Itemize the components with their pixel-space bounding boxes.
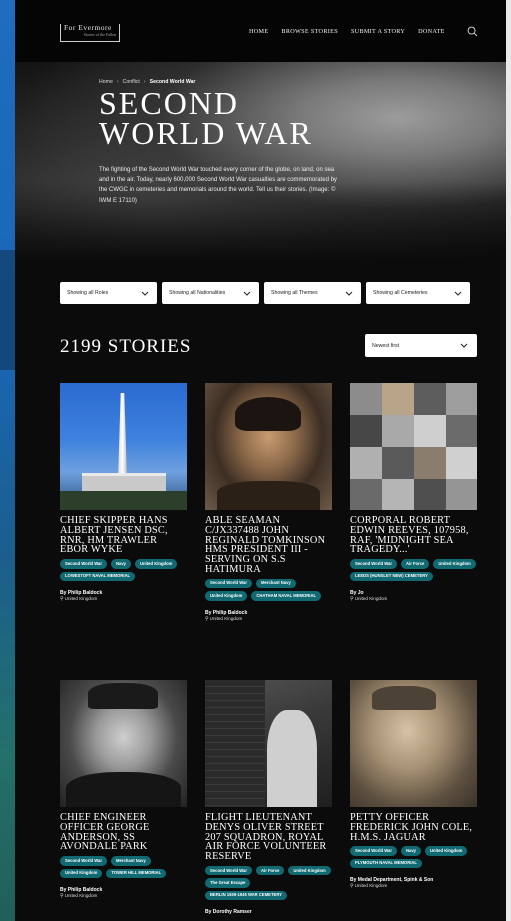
story-location: ⚲United Kingdom <box>205 616 332 622</box>
page-title-line2: WORLD WAR <box>99 115 313 151</box>
roles-filter[interactable]: Showing all Roles <box>60 282 157 304</box>
sort-select[interactable]: Newest first <box>365 334 477 357</box>
story-title[interactable]: CHIEF ENGINEER OFFICER GEORGE ANDERSON, … <box>60 812 187 852</box>
location-pin-icon: ⚲ <box>350 883 354 890</box>
story-location: ⚲United Kingdom <box>60 893 187 899</box>
story-title[interactable]: PETTY OFFICER FREDERICK JOHN COLE, H.M.S… <box>350 812 477 842</box>
search-icon[interactable] <box>467 26 478 37</box>
story-card[interactable]: CHIEF SKIPPER HANS ALBERT JENSEN DSC, RN… <box>60 383 187 602</box>
site-logo[interactable]: For Evermore Stories of the Fallen <box>60 23 120 42</box>
story-tag[interactable]: LOWESTOFT NAVAL MEMORIAL <box>60 571 136 581</box>
story-tag[interactable]: Second World War <box>60 559 107 569</box>
story-author: By Dorothy Ramser <box>205 909 252 916</box>
story-title[interactable]: CHIEF SKIPPER HANS ALBERT JENSEN DSC, RN… <box>60 515 187 555</box>
story-tag[interactable]: Navy <box>111 559 132 569</box>
story-tag[interactable]: Merchant Navy <box>111 856 151 866</box>
story-image[interactable] <box>60 383 187 510</box>
story-tag[interactable]: TOWER HILL MEMORIAL <box>106 868 167 878</box>
themes-filter[interactable]: Showing all Themes <box>264 282 361 304</box>
stories-count: 2199 STORIES <box>60 336 192 357</box>
story-tags: Second World War Merchant Navy United Ki… <box>205 578 332 601</box>
story-tag[interactable]: Second World War <box>205 865 252 876</box>
logo-name: For Evermore <box>64 23 112 32</box>
story-tag[interactable]: United Kingdom <box>60 868 103 878</box>
chevron-down-icon <box>345 291 353 296</box>
story-card[interactable]: CHIEF ENGINEER OFFICER GEORGE ANDERSON, … <box>60 680 187 899</box>
story-image[interactable] <box>205 383 332 510</box>
nav-donate[interactable]: DONATE <box>418 28 445 35</box>
story-tags: Second World War Air Force United Kingdo… <box>350 559 477 581</box>
story-tag[interactable]: LEEDS (HUNSLET NEW) CEMETERY <box>350 571 433 581</box>
story-tags: Second World War Merchant Navy United Ki… <box>60 856 187 878</box>
sort-select-value: Newest first <box>372 342 400 349</box>
story-card[interactable]: FLIGHT LIEUTENANT DENYS OLIVER STREET 20… <box>205 680 332 915</box>
story-title[interactable]: CORPORAL ROBERT EDWIN REEVES, 107958, RA… <box>350 515 477 555</box>
page-title: SECOND WORLD WAR <box>99 87 359 151</box>
themes-filter-value: Showing all Themes <box>271 290 318 296</box>
story-location: ⚲United Kingdom <box>350 883 477 889</box>
chevron-down-icon <box>460 343 468 348</box>
page: For Evermore Stories of the Fallen HOME … <box>15 0 506 921</box>
story-tag[interactable]: United Kingdom <box>288 865 331 876</box>
hero-description: The fighting of the Second World War tou… <box>99 167 337 204</box>
story-location-text: United Kingdom <box>354 883 388 889</box>
story-image[interactable] <box>205 680 332 807</box>
nav-submit-story[interactable]: SUBMIT A STORY <box>351 28 405 35</box>
roles-filter-value: Showing all Roles <box>67 290 109 296</box>
story-tag[interactable]: Air Force <box>401 559 430 569</box>
site-header: For Evermore Stories of the Fallen HOME … <box>15 0 506 62</box>
story-tag[interactable]: Second World War <box>350 846 397 856</box>
story-image[interactable] <box>350 680 477 807</box>
story-tag[interactable]: Merchant Navy <box>256 578 296 589</box>
nationalities-filter[interactable]: Showing all Nationalities <box>162 282 259 304</box>
story-tag[interactable]: Air Force <box>256 865 285 876</box>
story-tag[interactable]: Second World War <box>350 559 397 569</box>
left-decorative-strip <box>0 0 15 921</box>
chevron-down-icon <box>141 291 149 296</box>
chevron-down-icon <box>454 291 462 296</box>
story-location-text: United Kingdom <box>64 892 98 898</box>
location-pin-icon: ⚲ <box>60 595 64 602</box>
cemeteries-filter-value: Showing all Cemeteries <box>373 290 428 296</box>
filter-bar: Showing all Roles Showing all Nationalit… <box>60 282 470 304</box>
story-tag[interactable]: CHATHAM NAVAL MEMORIAL <box>251 591 322 601</box>
location-pin-icon: ⚲ <box>350 595 354 602</box>
story-tag[interactable]: United Kingdom <box>425 846 468 856</box>
story-tags: Second World War Air Force United Kingdo… <box>205 865 332 901</box>
story-tag[interactable]: Second World War <box>60 856 107 866</box>
chevron-down-icon <box>243 291 251 296</box>
story-tags: Second World War Navy United Kingdom PLY… <box>350 846 477 869</box>
story-tag[interactable]: BERLIN 1939-1945 WAR CEMETERY <box>205 890 287 901</box>
nav-home[interactable]: HOME <box>249 28 268 35</box>
story-title[interactable]: ABLE SEAMAN C/JX337488 JOHN REGINALD TOM… <box>205 515 332 575</box>
main-nav: HOME BROWSE STORIES SUBMIT A STORY DONAT… <box>249 28 445 35</box>
right-scrollbar-track[interactable] <box>506 0 511 921</box>
story-card[interactable]: PETTY OFFICER FREDERICK JOHN COLE, H.M.S… <box>350 680 477 889</box>
location-pin-icon: ⚲ <box>60 892 64 899</box>
story-location: ⚲United Kingdom <box>60 596 187 602</box>
logo-tagline: Stories of the Fallen <box>83 32 116 37</box>
story-tag[interactable]: Second World War <box>205 578 252 589</box>
story-image[interactable] <box>60 680 187 807</box>
story-tag[interactable]: Navy <box>401 846 422 856</box>
nationalities-filter-value: Showing all Nationalities <box>169 290 226 296</box>
story-image[interactable] <box>350 383 477 510</box>
story-card[interactable]: CORPORAL ROBERT EDWIN REEVES, 107958, RA… <box>350 383 477 602</box>
story-tag[interactable]: PLYMOUTH NAVAL MEMORIAL <box>350 858 422 869</box>
story-tag[interactable]: The Great Escape <box>205 878 251 888</box>
story-tags: Second World War Navy United Kingdom LOW… <box>60 559 187 581</box>
nav-browse-stories[interactable]: BROWSE STORIES <box>281 28 338 35</box>
cemeteries-filter[interactable]: Showing all Cemeteries <box>366 282 470 304</box>
story-location: ⚲United Kingdom <box>350 596 477 602</box>
story-tag[interactable]: United Kingdom <box>433 559 476 569</box>
story-title[interactable]: FLIGHT LIEUTENANT DENYS OLIVER STREET 20… <box>205 812 332 862</box>
story-location-text: United Kingdom <box>209 615 243 621</box>
story-tag[interactable]: United Kingdom <box>205 591 248 601</box>
hero-banner: Home › Conflict › Second World War SECOND WO… <box>15 62 506 262</box>
story-location-text: United Kingdom <box>354 595 388 601</box>
story-location-text: United Kingdom <box>64 595 98 601</box>
location-pin-icon: ⚲ <box>205 615 209 622</box>
story-tag[interactable]: United Kingdom <box>135 559 178 569</box>
story-card[interactable]: ABLE SEAMAN C/JX337488 JOHN REGINALD TOM… <box>205 383 332 622</box>
